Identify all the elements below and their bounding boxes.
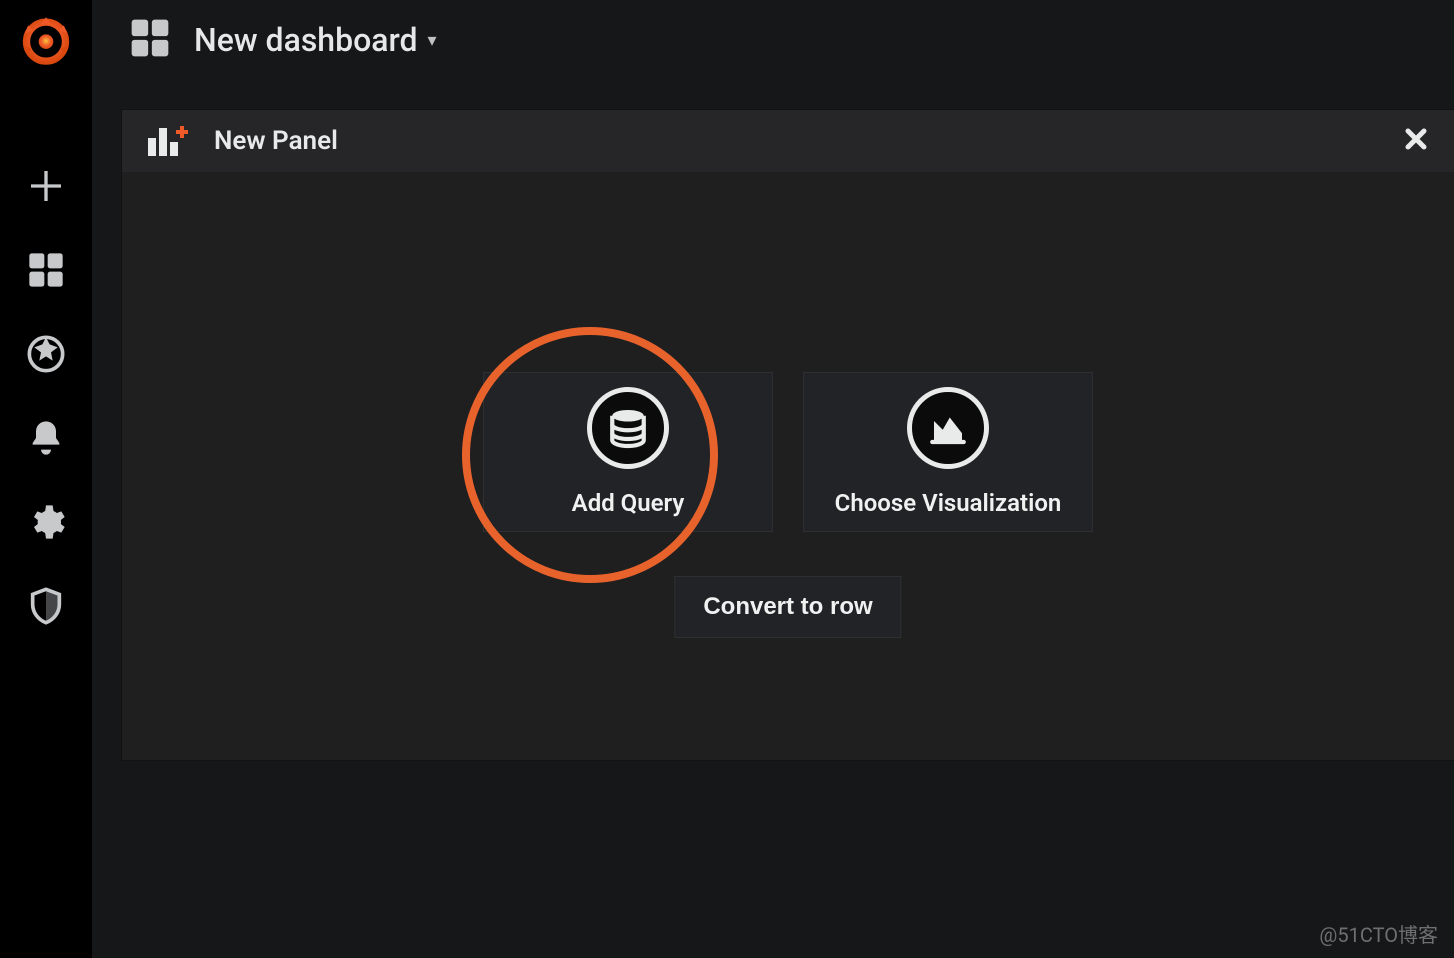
database-icon [607, 407, 649, 449]
close-icon [1404, 127, 1428, 151]
nav-configuration[interactable] [10, 486, 82, 558]
choose-visualization-button[interactable]: Choose Visualization [803, 372, 1093, 532]
panel-title: New Panel [214, 126, 338, 156]
chart-icon [927, 407, 969, 449]
panel-choice-row: Add Query Choose Visualization [483, 372, 1093, 532]
bell-icon [26, 418, 66, 458]
nav-server-admin[interactable] [10, 570, 82, 642]
dashboard-title-dropdown[interactable]: New dashboard ▾ [194, 21, 437, 59]
apps-icon [26, 250, 66, 290]
grafana-logo[interactable] [0, 0, 92, 80]
database-icon-circle [587, 387, 669, 469]
chart-icon-circle [907, 387, 989, 469]
plus-icon [26, 166, 66, 206]
nav-explore[interactable] [10, 318, 82, 390]
topbar: New dashboard ▾ [92, 0, 1454, 80]
shield-icon [26, 586, 66, 626]
sidebar [0, 0, 92, 958]
chevron-down-icon: ▾ [428, 30, 437, 51]
grafana-icon [20, 14, 72, 66]
compass-icon [26, 334, 66, 374]
panel-header: New Panel [122, 110, 1454, 172]
panel-bars-icon [148, 122, 192, 160]
close-panel-button[interactable] [1404, 127, 1428, 155]
add-query-button[interactable]: Add Query [483, 372, 773, 532]
panel-body: Add Query Choose Visualization Convert t… [122, 172, 1454, 760]
dashboard-title: New dashboard [194, 21, 418, 59]
watermark: @51CTO博客 [1319, 919, 1438, 948]
new-panel: New Panel Add Query [122, 110, 1454, 760]
convert-to-row-button[interactable]: Convert to row [674, 576, 901, 638]
dashboard-grid-icon [128, 16, 172, 64]
gear-icon [26, 502, 66, 542]
nav-alerting[interactable] [10, 402, 82, 474]
convert-to-row-label: Convert to row [703, 593, 872, 620]
choose-visualization-label: Choose Visualization [835, 489, 1062, 517]
add-query-label: Add Query [572, 489, 685, 517]
nav-dashboards[interactable] [10, 234, 82, 306]
nav-create[interactable] [10, 150, 82, 222]
main-area: New dashboard ▾ New Panel [92, 0, 1454, 958]
